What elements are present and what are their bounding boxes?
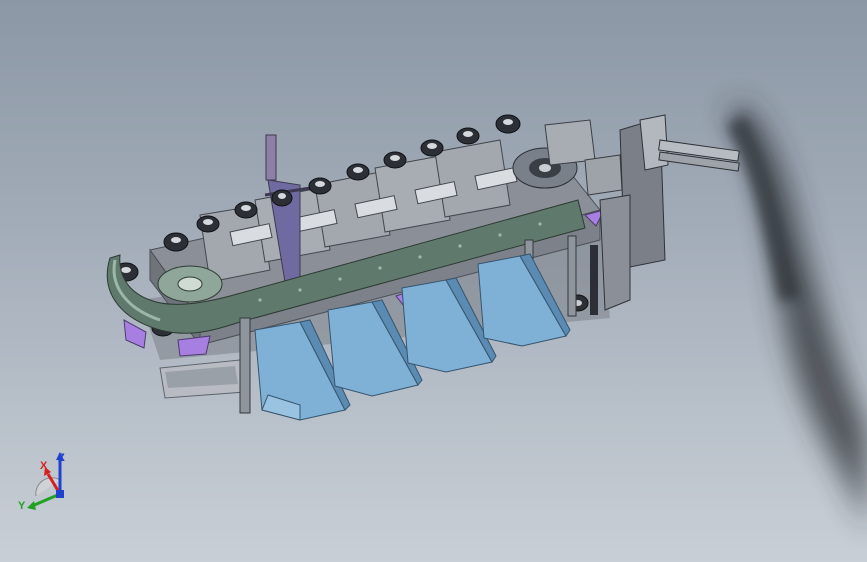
assembly-model[interactable]: [0, 0, 867, 562]
z-axis-label: Z: [58, 452, 65, 464]
coordinate-triad: X Y Z: [14, 448, 84, 520]
shadow-smudge: [725, 105, 867, 540]
y-axis-label: Y: [18, 500, 26, 512]
x-axis-label: X: [40, 460, 48, 472]
3d-viewport[interactable]: X Y Z: [0, 0, 867, 562]
sprocket-left: [157, 265, 223, 303]
